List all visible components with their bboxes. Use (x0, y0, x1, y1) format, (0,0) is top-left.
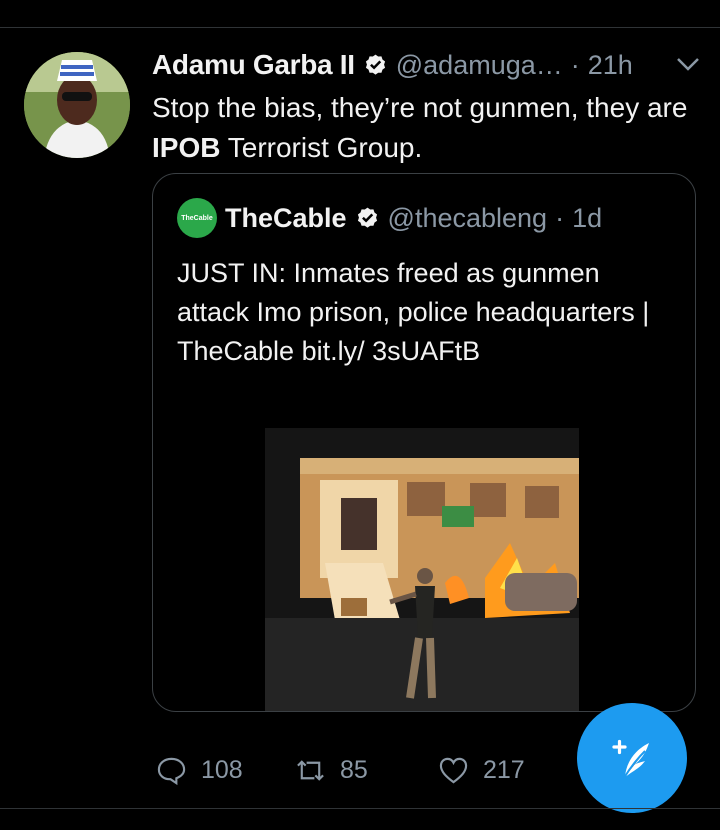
like-icon (439, 757, 468, 783)
quoted-tweet-text: JUST IN: Inmates freed as gunmen attack … (177, 258, 650, 366)
top-divider (0, 27, 720, 28)
retweet-icon (297, 759, 324, 781)
separator-dot: · (570, 49, 580, 80)
quoted-author-name[interactable]: TheCable (225, 203, 347, 234)
like-button[interactable]: 217 (438, 748, 525, 792)
thecable-logo: TheCable (177, 198, 217, 238)
compose-button[interactable] (577, 703, 687, 813)
tweet-time[interactable]: 21h (588, 50, 633, 81)
reply-button[interactable]: 108 (156, 748, 243, 792)
reply-count: 108 (201, 755, 243, 784)
like-count: 217 (483, 755, 525, 784)
quoted-tweet-card[interactable]: TheCable TheCable @thecableng · 1d JUST … (152, 173, 696, 712)
retweet-count: 85 (340, 755, 368, 784)
tweet-text-emphasis: IPOB (152, 132, 221, 163)
tweet-text-after: Terrorist Group. (220, 132, 423, 163)
quoted-logo-text: TheCable (181, 214, 213, 222)
quoted-tweet-time[interactable]: 1d (572, 203, 602, 234)
compose-icon (612, 739, 649, 779)
tweet-actions: 108 85 217 (156, 748, 576, 792)
tweet-header: Adamu Garba II @adamuga… · 21h (152, 46, 702, 84)
quoted-tweet-header: TheCable TheCable @thecableng · 1d (177, 198, 602, 238)
author-avatar[interactable] (24, 52, 130, 158)
tweet-text-before: Stop the bias, they’re not gunmen, they … (152, 92, 688, 123)
verified-badge-icon (365, 54, 385, 75)
prison-fire-video-image (265, 428, 579, 711)
retweet-button[interactable]: 85 (295, 748, 368, 792)
author-handle[interactable]: @adamuga… (396, 50, 563, 81)
avatar-image (24, 52, 130, 158)
tweet-text: Stop the bias, they’re not gunmen, they … (152, 88, 692, 168)
author-name[interactable]: Adamu Garba II (152, 49, 355, 81)
quoted-author-handle[interactable]: @thecableng (388, 203, 548, 234)
verified-badge-icon (357, 207, 377, 228)
quoted-separator-dot: · (555, 202, 565, 233)
reply-icon (157, 757, 186, 785)
chevron-down-icon[interactable] (674, 54, 702, 74)
bottom-divider (0, 808, 720, 809)
quoted-tweet-media[interactable] (265, 428, 579, 711)
